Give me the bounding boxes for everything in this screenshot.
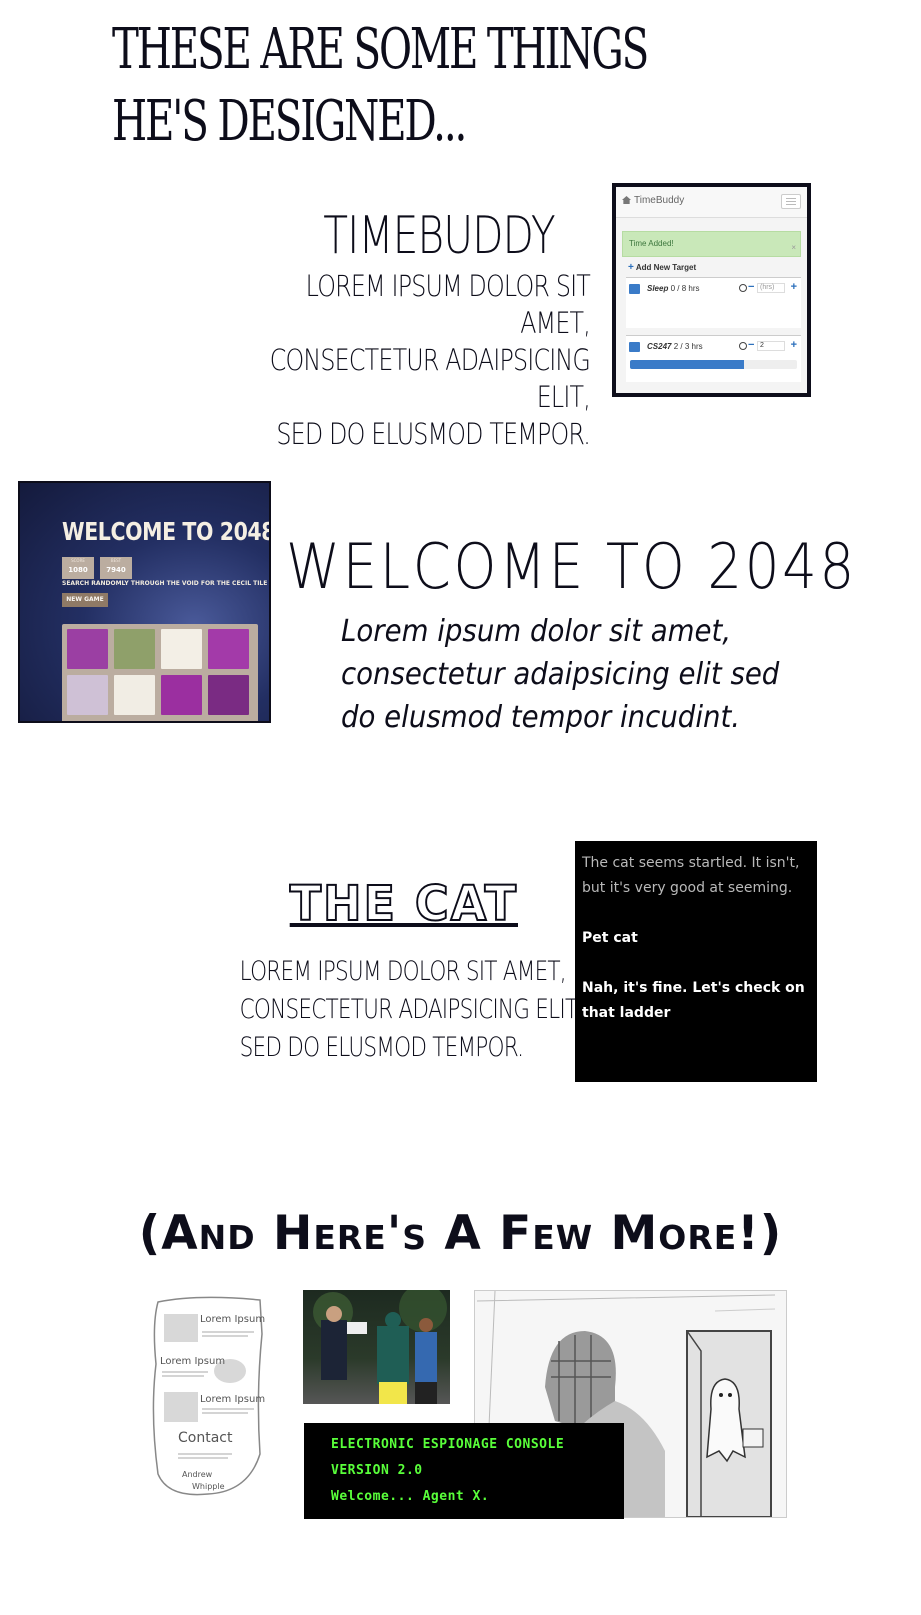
target-controls: − (hrs) +: [739, 281, 797, 294]
close-icon: ×: [791, 243, 796, 252]
the-cat-description: Lorem ipsum dolor sit amet, consectetur …: [170, 953, 585, 1067]
game-title: WELCOME TO 2048: [62, 517, 271, 546]
page-heading-line1: These are some things: [112, 17, 649, 82]
minus-icon: −: [748, 281, 755, 293]
game2048-screenshot[interactable]: WELCOME TO 2048 SCORE 1080 BEST 7940 SEA…: [18, 481, 271, 723]
wireframe-label: Lorem Ipsum: [200, 1314, 266, 1325]
new-game-button: NEW GAME: [62, 593, 108, 607]
page-heading-line2: he's designed...: [112, 89, 467, 154]
game2048-title: Welcome to 2048: [286, 530, 857, 603]
timebuddy-desc-line: sed do elusmod tempor.: [276, 417, 590, 451]
target-card-sleep: Sleep 0 / 8 hrs − (hrs) +: [626, 277, 801, 328]
choice-check-ladder: Nah, it's fine. Let's check on that ladd…: [582, 980, 805, 1021]
best-box: BEST 7940: [100, 557, 132, 579]
target-progress-text: 0 / 8 hrs: [670, 284, 700, 293]
team-photo[interactable]: [303, 1290, 450, 1404]
game2048-desc-line: do elusmod tempor incudint.: [341, 700, 741, 735]
score-label: SCORE: [71, 558, 85, 563]
alert-text: Time Added!: [629, 239, 674, 248]
clock-icon: [739, 342, 747, 350]
wireframe-name: Whipple: [192, 1482, 225, 1491]
grid-tile: [208, 675, 249, 715]
add-target-label: Add New Target: [635, 263, 697, 272]
clock-icon: [739, 284, 747, 292]
timebuddy-desc-line: consectetur adaipsicing elit,: [269, 343, 591, 414]
game2048-desc-line: Lorem ipsum dolor sit amet,: [341, 614, 732, 649]
console-line: Welcome... Agent X.: [331, 1489, 490, 1504]
wireframe-sketch[interactable]: Lorem Ipsum Lorem Ipsum Lorem Ipsum Cont…: [148, 1294, 266, 1498]
target-controls: − 2 +: [739, 339, 797, 352]
the-cat-desc-line: consectetur adaipsicing elit,: [239, 994, 585, 1025]
target-card-cs247: CS247 2 / 3 hrs − 2 +: [626, 335, 801, 382]
timebuddy-alert: Time Added! ×: [622, 231, 801, 257]
best-label: BEST: [110, 558, 122, 563]
console-line: ELECTRONIC ESPIONAGE CONSOLE: [331, 1437, 565, 1452]
story-text: The cat seems startled. It isn't, but it…: [582, 855, 800, 896]
choice-pet-cat: Pet cat: [582, 930, 638, 946]
grid-tile: [114, 675, 155, 715]
game2048-description: Lorem ipsum dolor sit amet, consectetur …: [341, 610, 801, 739]
target-name: Sleep: [647, 284, 669, 293]
hours-input: (hrs): [757, 283, 785, 293]
grid-tile: [67, 629, 108, 669]
minus-icon: −: [748, 339, 755, 351]
target-label: Sleep 0 / 8 hrs: [647, 284, 699, 293]
plus-icon: +: [790, 281, 797, 293]
the-cat-desc-line: Lorem ipsum dolor sit amet,: [239, 956, 567, 987]
target-icon: [629, 284, 640, 294]
hamburger-menu-icon: [781, 194, 801, 209]
target-label: CS247 2 / 3 hrs: [647, 342, 703, 351]
grid-tile: [114, 629, 155, 669]
game-subtitle: SEARCH RANDOMLY THROUGH THE VOID FOR THE…: [62, 580, 268, 587]
target-icon: [629, 342, 640, 352]
grid-tile: [161, 629, 202, 669]
plus-icon: +: [790, 339, 797, 351]
the-cat-title: The Cat: [289, 875, 518, 933]
grid-tile: [67, 675, 108, 715]
home-icon: [622, 196, 631, 204]
wireframe-name: Andrew: [182, 1470, 213, 1479]
score-value: 1080: [68, 566, 88, 574]
progress-fill: [630, 360, 744, 369]
wireframe-contact: Contact: [178, 1430, 233, 1446]
timebuddy-screenshot[interactable]: TimeBuddy Time Added! × + Add New Target …: [612, 183, 811, 397]
timebuddy-title: TimeBuddy: [323, 206, 555, 266]
game2048-desc-line: consectetur adaipsicing elit sed: [341, 657, 780, 692]
more-heading: (And Here's A Few More!): [138, 1206, 783, 1261]
page-heading: These are some things he's designed...: [112, 14, 649, 158]
best-value: 7940: [106, 566, 126, 574]
timebuddy-navbar: TimeBuddy: [616, 187, 807, 218]
add-target-link: + Add New Target: [628, 262, 696, 273]
target-progress-text: 2 / 3 hrs: [673, 342, 703, 351]
console-line: VERSION 2.0: [331, 1463, 423, 1478]
espionage-console[interactable]: ELECTRONIC ESPIONAGE CONSOLE VERSION 2.0…: [304, 1423, 624, 1519]
timebuddy-app-name: TimeBuddy: [634, 195, 685, 206]
photo-image: [313, 1290, 447, 1404]
grid-tile: [161, 675, 202, 715]
wireframe-label: Lorem Ipsum: [160, 1356, 226, 1367]
the-cat-screenshot[interactable]: The cat seems startled. It isn't, but it…: [575, 841, 817, 1082]
target-name: CS247: [647, 342, 672, 351]
grid-tile: [208, 629, 249, 669]
score-box: SCORE 1080: [62, 557, 94, 579]
plus-icon: +: [628, 262, 634, 273]
timebuddy-desc-line: Lorem ipsum dolor sit amet,: [305, 269, 591, 340]
the-cat-desc-line: sed do elusmod tempor.: [239, 1032, 524, 1063]
target-progress-bar: [630, 360, 797, 369]
game-grid: [62, 624, 258, 721]
timebuddy-description: Lorem ipsum dolor sit amet, consectetur …: [160, 268, 591, 453]
wireframe-label: Lorem Ipsum: [200, 1394, 266, 1405]
hours-input: 2: [757, 341, 785, 351]
